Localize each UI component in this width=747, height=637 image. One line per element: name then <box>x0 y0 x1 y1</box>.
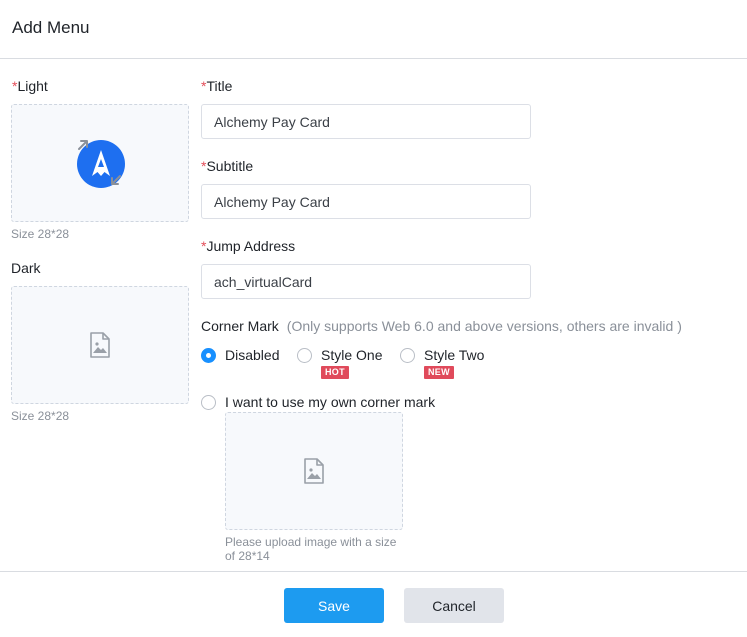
corner-mark-label: Corner Mark (Only supports Web 6.0 and ab… <box>201 318 682 334</box>
title-input[interactable] <box>201 104 531 139</box>
dark-icon-upload[interactable] <box>11 286 189 404</box>
radio-checked-icon <box>201 347 216 363</box>
image-placeholder-icon <box>304 458 324 484</box>
light-label: *Light <box>12 78 48 94</box>
radio-style-two[interactable]: Style Two <box>400 347 484 363</box>
new-badge: NEW <box>424 366 454 379</box>
radio-unchecked-icon <box>297 347 312 363</box>
corner-mark-upload[interactable] <box>225 412 403 530</box>
dialog-header: Add Menu <box>0 0 747 59</box>
cancel-button[interactable]: Cancel <box>404 588 504 623</box>
corner-mark-hint: (Only supports Web 6.0 and above version… <box>286 318 682 334</box>
jump-address-input[interactable] <box>201 264 531 299</box>
radio-unchecked-icon <box>201 394 216 410</box>
subtitle-label: *Subtitle <box>201 158 254 174</box>
arrow-out-icon <box>78 140 88 150</box>
light-icon-upload[interactable] <box>11 104 189 222</box>
jump-address-label: *Jump Address <box>201 238 296 254</box>
radio-unchecked-icon <box>400 347 415 363</box>
radio-style-one[interactable]: Style One <box>297 347 382 363</box>
image-placeholder-icon <box>90 332 110 358</box>
save-button[interactable]: Save <box>284 588 384 623</box>
arrow-in-icon <box>111 175 121 185</box>
dark-label: Dark <box>11 260 41 276</box>
hot-badge: HOT <box>321 366 349 379</box>
radio-own-corner-mark[interactable]: I want to use my own corner mark <box>201 394 435 410</box>
dark-size-hint: Size 28*28 <box>11 409 70 423</box>
dialog-title: Add Menu <box>12 18 90 37</box>
dialog-footer: Save Cancel <box>0 571 747 637</box>
radio-disabled[interactable]: Disabled <box>201 347 279 363</box>
light-size-hint: Size 28*28 <box>11 227 70 241</box>
title-label: *Title <box>201 78 233 94</box>
corner-mark-upload-hint: Please upload image with a size of 28*14 <box>225 535 397 563</box>
subtitle-input[interactable] <box>201 184 531 219</box>
